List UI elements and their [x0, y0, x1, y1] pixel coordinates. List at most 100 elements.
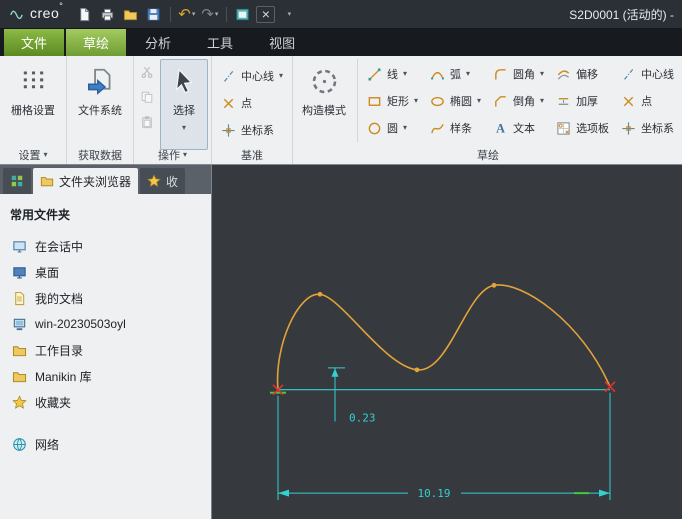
ellipse-tool-button[interactable]: 椭圆 ▾ — [424, 88, 487, 114]
tab-tools[interactable]: 工具 — [190, 29, 250, 56]
favorites-star-icon — [12, 395, 27, 410]
sketch-tool-grid: 线 ▾ 矩形 ▾ 圆 ▾ 弧 ▾ 椭圆 ▾ 样条 圆角 ▾ 倒角 ▾ 文本 偏移 加厚 选项板… — [357, 59, 680, 142]
new-file-icon — [77, 7, 92, 22]
folder-item-computer[interactable]: win-20230503oyl — [8, 311, 203, 337]
copy-button[interactable] — [137, 87, 157, 107]
rectangle-icon — [367, 94, 382, 109]
toolbar-separator — [169, 6, 171, 22]
title-bar[interactable]: creo° ↶ ▾ ↷ ▾ × ▾ S2D0001 (活动的) - — [0, 0, 682, 29]
fillet-tool-button[interactable]: 圆角 ▾ — [487, 61, 550, 87]
ribbon: 栅格设置 设置 ▾ 文件系统 获取数据 选择 ▾ 操作 ▾ 中心线 ▾ 点 坐标… — [0, 56, 682, 165]
sketch-canvas[interactable]: 0.23 10.19 — [212, 165, 682, 519]
computer-icon — [12, 317, 27, 332]
group-label-settings[interactable]: 设置 ▾ — [3, 147, 63, 163]
sketch-csys-button[interactable]: 坐标系 — [615, 115, 680, 141]
folder-item-manikin-library[interactable]: Manikin 库 — [8, 363, 203, 389]
datum-point-button[interactable]: 点 — [215, 90, 289, 116]
caret-down-icon: ▾ — [403, 123, 408, 132]
palette-tool-button[interactable]: 选项板 — [550, 115, 615, 141]
grid-settings-button[interactable]: 栅格设置 — [3, 59, 63, 150]
undo-button[interactable]: ↶ ▾ — [176, 3, 198, 25]
dimension-text-offset[interactable]: 0.23 — [349, 412, 375, 425]
toolbar-separator — [225, 6, 227, 22]
width-dimension[interactable]: 10.19 — [277, 392, 611, 500]
undo-icon: ↶ — [178, 5, 191, 23]
folder-item-network[interactable]: 网络 — [8, 431, 203, 457]
sketch-point-button[interactable]: 点 — [615, 88, 680, 114]
common-folders-header: 常用文件夹 — [10, 208, 71, 222]
in-session-icon — [12, 239, 27, 254]
open-button[interactable] — [120, 3, 142, 25]
circle-tool-button[interactable]: 圆 ▾ — [361, 115, 424, 141]
folder-item-working-directory[interactable]: 工作目录 — [8, 337, 203, 363]
offset-dimension[interactable]: 0.23 — [328, 367, 375, 425]
text-tool-button[interactable]: 文本 — [487, 115, 550, 141]
tab-favorites[interactable]: 收 — [140, 168, 186, 194]
close-window-button[interactable]: × — [255, 3, 277, 25]
copy-icon — [140, 90, 154, 104]
line-tool-button[interactable]: 线 ▾ — [361, 61, 424, 87]
select-button[interactable]: 选择 ▾ — [160, 59, 208, 150]
network-icon — [12, 437, 27, 452]
tab-folder-browser[interactable]: 文件夹浏览器 — [33, 168, 139, 194]
folder-icon — [40, 174, 54, 188]
caret-down-icon: ▾ — [466, 69, 471, 78]
navigator-tab-bar: 文件夹浏览器 收 — [0, 165, 211, 194]
construction-mode-button[interactable]: 构造模式 — [296, 59, 352, 150]
text-icon — [493, 121, 508, 136]
interpolation-point[interactable] — [491, 282, 497, 288]
window-model-icon — [235, 7, 250, 22]
datum-csys-button[interactable]: 坐标系 — [215, 117, 289, 143]
spline-tool-button[interactable]: 样条 — [424, 115, 487, 141]
fillet-icon — [493, 67, 508, 82]
tab-file[interactable]: 文件 — [4, 29, 65, 56]
circle-icon — [367, 121, 382, 136]
tab-model-tree[interactable] — [3, 168, 31, 194]
regenerate-button[interactable] — [232, 3, 254, 25]
paste-button[interactable] — [137, 112, 157, 132]
chamfer-icon — [493, 94, 508, 109]
offset-tool-button[interactable]: 偏移 — [550, 61, 615, 87]
tab-analysis[interactable]: 分析 — [128, 29, 188, 56]
ribbon-group-get-data: 文件系统 获取数据 — [67, 56, 134, 164]
chamfer-tool-button[interactable]: 倒角 ▾ — [487, 88, 550, 114]
interpolation-point[interactable] — [414, 367, 420, 373]
save-button[interactable] — [143, 3, 165, 25]
spline-icon — [430, 121, 445, 136]
interpolation-point[interactable] — [317, 291, 323, 297]
save-icon — [146, 7, 161, 22]
group-label-sketch: 草绘 — [477, 150, 500, 162]
tab-sketch[interactable]: 草绘 — [66, 29, 127, 56]
new-file-button[interactable] — [74, 3, 96, 25]
folder-icon — [12, 343, 27, 358]
folder-item-my-documents[interactable]: 我的文档 — [8, 285, 203, 311]
rectangle-tool-button[interactable]: 矩形 ▾ — [361, 88, 424, 114]
app-trademark: ° — [59, 1, 63, 11]
datum-centerline-button[interactable]: 中心线 ▾ — [215, 63, 289, 89]
desktop-icon — [12, 265, 27, 280]
sketch-centerline-button[interactable]: 中心线 — [615, 61, 680, 87]
thicken-tool-button[interactable]: 加厚 — [550, 88, 615, 114]
model-tree-icon — [10, 174, 24, 188]
print-button[interactable] — [97, 3, 119, 25]
thicken-icon — [556, 94, 571, 109]
redo-button[interactable]: ↷ ▾ — [199, 3, 221, 25]
cut-button[interactable] — [137, 62, 157, 82]
creo-logo: creo° — [8, 1, 63, 23]
caret-down-icon: ▾ — [403, 69, 408, 78]
spline-curve[interactable] — [276, 284, 611, 390]
arc-tool-button[interactable]: 弧 ▾ — [424, 61, 487, 87]
sketch-drawing: 0.23 10.19 — [270, 282, 616, 500]
folder-item-favorites[interactable]: 收藏夹 — [8, 389, 203, 415]
group-label-operations[interactable]: 操作 ▾ — [137, 147, 208, 163]
folder-item-desktop[interactable]: 桌面 — [8, 259, 203, 285]
folder-item-in-session[interactable]: 在会话中 — [8, 233, 203, 259]
group-label-get-data: 获取数据 — [78, 150, 122, 162]
folder-icon — [12, 369, 27, 384]
file-system-button[interactable]: 文件系统 — [70, 59, 130, 150]
tab-view[interactable]: 视图 — [252, 29, 312, 56]
dimension-text-width[interactable]: 10.19 — [417, 487, 450, 500]
group-label-datum: 基准 — [241, 150, 263, 162]
quick-access-customize-button[interactable]: ▾ — [278, 3, 300, 25]
palette-icon — [556, 121, 571, 136]
